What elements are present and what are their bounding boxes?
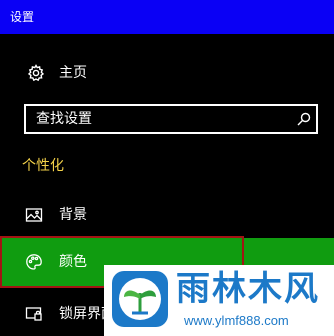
watermark-title: 雨林木风: [176, 269, 320, 309]
window-title-bar: 设置: [0, 0, 334, 34]
sidebar-item-home-label: 主页: [59, 65, 87, 81]
sidebar-item-background-label: 背景: [59, 207, 87, 223]
sidebar-item-colors-label: 颜色: [59, 254, 87, 270]
section-title-personalization: 个性化: [22, 158, 64, 174]
watermark: 雨林木风 www.ylmf888.com: [104, 265, 334, 336]
palette-icon: [26, 254, 42, 270]
search-icon[interactable]: [296, 111, 312, 127]
watermark-logo-icon: [112, 271, 168, 327]
sidebar-item-background[interactable]: 背景: [0, 193, 334, 237]
lockscreen-icon: [25, 307, 42, 321]
search-input[interactable]: 查找设置: [36, 106, 92, 132]
gear-icon: [27, 64, 45, 82]
watermark-url: www.ylmf888.com: [184, 313, 289, 328]
sidebar-item-home[interactable]: 主页: [0, 56, 334, 90]
search-field[interactable]: 查找设置: [24, 104, 318, 134]
window-title: 设置: [10, 10, 35, 24]
picture-icon: [25, 208, 43, 222]
